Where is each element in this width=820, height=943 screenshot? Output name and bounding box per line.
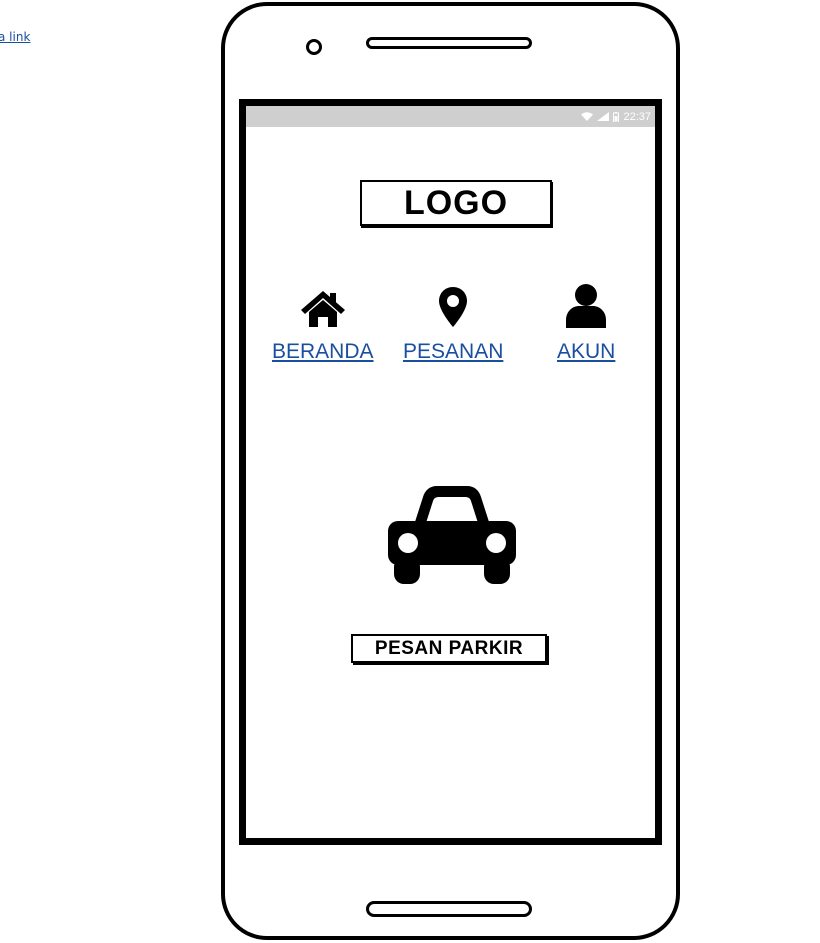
user-icon [566,282,607,328]
wifi-icon [581,112,594,121]
status-bar: 22:37 [246,106,655,127]
nav-item-beranda[interactable]: BERANDA [272,282,374,364]
nav-item-akun[interactable]: AKUN [557,282,615,364]
nav-label-pesanan[interactable]: PESANAN [403,340,503,364]
nav-label-akun[interactable]: AKUN [557,340,615,364]
battery-icon [613,111,620,122]
phone-screen: 22:37 LOGO BERANDA PESANAN AKUN PESAN PA… [239,99,662,845]
home-button[interactable] [366,901,532,917]
signal-icon [597,112,610,121]
logo: LOGO [360,180,552,226]
pesan-parkir-button[interactable]: PESAN PARKIR [351,634,547,663]
map-pin-icon [438,282,468,328]
home-icon [300,282,346,328]
nav-item-pesanan[interactable]: PESANAN [403,282,503,364]
status-time: 22:37 [623,110,651,123]
speaker-slot [366,37,532,49]
camera-icon [306,39,322,55]
corner-link[interactable]: a link [0,30,30,44]
nav-label-beranda[interactable]: BERANDA [272,340,374,364]
car-icon [387,483,517,589]
